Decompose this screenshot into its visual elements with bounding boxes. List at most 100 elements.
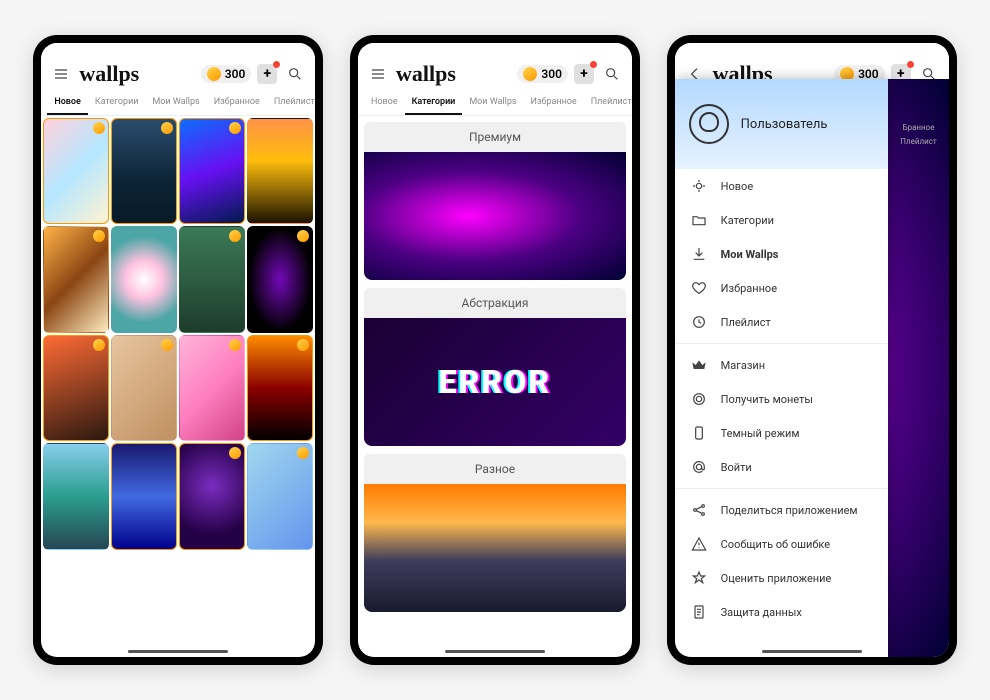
category-title: Абстракция [364,288,626,318]
drawer-item-report[interactable]: Сообщить об ошибке [675,527,889,561]
drawer-item-playlist[interactable]: Плейлист [675,305,889,339]
drawer-item-share[interactable]: Поделиться приложением [675,493,889,527]
wallpaper-thumb[interactable] [247,335,313,441]
tab-bar: Новое Категории Мои Wallps Избранное Пле… [41,91,315,116]
category-card-misc[interactable]: Разное [364,450,626,612]
heart-icon [691,280,707,296]
category-image [364,152,626,280]
wallpaper-thumb[interactable] [179,118,245,224]
divider [675,343,889,344]
category-image [364,484,626,612]
wallpaper-thumb[interactable] [43,226,109,332]
premium-badge [93,230,105,242]
wallpaper-thumb[interactable] [179,226,245,332]
drawer-item-favorites[interactable]: Избранное [675,271,889,305]
drawer-container: Бранное Плейлист Пользователь Новое Кате… [675,79,949,657]
coin-count: 300 [225,67,246,81]
background-tabs: Бранное Плейлист [888,115,948,156]
status-bar [358,43,632,57]
at-icon [691,459,707,475]
premium-badge [229,122,241,134]
drawer-item-shop[interactable]: Магазин [675,348,889,382]
alert-icon [691,536,707,552]
wallpaper-thumb[interactable] [247,443,313,549]
search-icon[interactable] [283,62,307,86]
wallpaper-thumb[interactable] [111,118,177,224]
premium-badge [297,339,309,351]
wallpaper-thumb[interactable] [247,118,313,224]
error-graphic-text: ERROR [439,363,552,401]
coin-balance[interactable]: 300 [517,65,568,83]
tab-mywallps[interactable]: Мои Wallps [462,91,523,115]
tab-categories[interactable]: Категории [88,91,146,115]
wallpaper-thumb[interactable] [111,335,177,441]
tab-favorites[interactable]: Избранное [524,91,584,115]
category-image: ERROR [364,318,626,446]
home-indicator [762,650,862,653]
tab-new[interactable]: Новое [47,91,88,115]
premium-badge [297,230,309,242]
phone-icon [691,425,707,441]
premium-badge [93,122,105,134]
coin-icon [207,67,221,81]
tab-categories[interactable]: Категории [405,91,463,115]
home-indicator [128,650,228,653]
wallpaper-thumb[interactable] [179,443,245,549]
star-icon [691,570,707,586]
tab-new[interactable]: Новое [364,91,405,115]
add-button[interactable]: + [574,64,594,84]
user-label: Пользователь [741,117,828,132]
tab-playlist[interactable]: Плейлист [584,91,632,115]
tab-playlist[interactable]: Плейлист [267,91,316,115]
coin-outline-icon [691,391,707,407]
categories-list: Премиум Абстракция ERROR Разное [358,116,632,657]
drawer-item-rate[interactable]: Оценить приложение [675,561,889,595]
premium-badge [161,122,173,134]
category-title: Разное [364,454,626,484]
app-logo: wallps [79,61,194,87]
share-icon [691,502,707,518]
menu-icon[interactable] [49,62,73,86]
sparkle-icon [691,178,707,194]
wallpaper-thumb[interactable] [111,226,177,332]
avatar-icon[interactable] [689,104,729,144]
download-icon [691,246,707,262]
top-bar: wallps 300 + [41,57,315,91]
tab-favorites[interactable]: Избранное [207,91,267,115]
tab-mywallps[interactable]: Мои Wallps [145,91,206,115]
drawer-item-privacy[interactable]: Защита данных [675,595,889,629]
home-indicator [445,650,545,653]
divider [675,488,889,489]
add-button[interactable]: + [257,64,277,84]
notification-dot [907,61,914,68]
coin-icon [523,67,537,81]
wallpaper-thumb[interactable] [43,118,109,224]
drawer-item-mywallps[interactable]: Мои Wallps [675,237,889,271]
phone-frame-1: wallps 300 + Новое Категории Мои Wallps … [33,35,323,665]
crown-icon [691,357,707,373]
menu-icon[interactable] [366,62,390,86]
wallpaper-thumb[interactable] [247,226,313,332]
wallpaper-thumb[interactable] [43,443,109,549]
drawer-item-getcoins[interactable]: Получить монеты [675,382,889,416]
drawer-item-login[interactable]: Войти [675,450,889,484]
premium-badge [297,447,309,459]
drawer-item-darkmode[interactable]: Темный режим [675,416,889,450]
history-icon [691,314,707,330]
wallpaper-thumb[interactable] [179,335,245,441]
wallpaper-thumb[interactable] [111,443,177,549]
premium-badge [229,230,241,242]
coin-balance[interactable]: 300 [201,65,252,83]
status-bar [41,43,315,57]
notification-dot [590,61,597,68]
premium-badge [229,339,241,351]
search-icon[interactable] [600,62,624,86]
drawer-item-new[interactable]: Новое [675,169,889,203]
category-card-premium[interactable]: Премиум [364,118,626,280]
drawer-item-categories[interactable]: Категории [675,203,889,237]
coin-count: 300 [541,67,562,81]
status-bar [675,43,949,57]
premium-badge [161,339,173,351]
category-card-abstraction[interactable]: Абстракция ERROR [364,284,626,446]
wallpaper-thumb[interactable] [43,335,109,441]
